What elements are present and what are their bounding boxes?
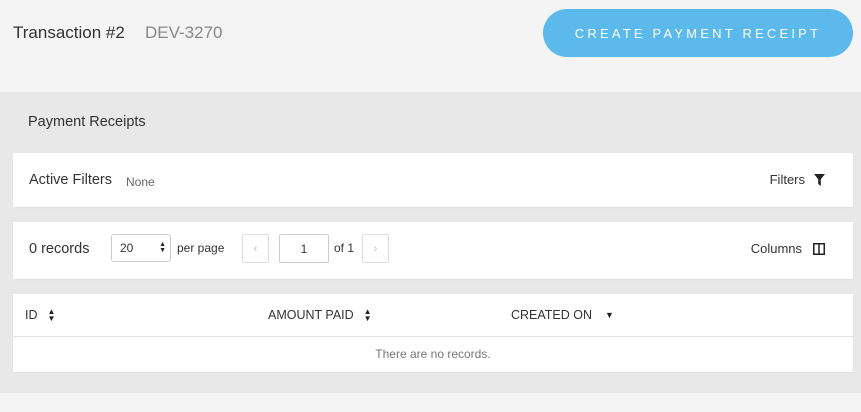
select-arrows-icon: ▲ ▼ bbox=[159, 241, 166, 254]
page-title: Transaction #2 bbox=[13, 23, 125, 42]
page-total: of 1 bbox=[334, 241, 355, 255]
column-label: AMOUNT PAID bbox=[268, 308, 354, 322]
column-header-created-on[interactable]: CREATED ON ▼ bbox=[511, 308, 614, 322]
sort-icon: ▲ ▼ bbox=[47, 307, 56, 323]
record-count: 0 records bbox=[29, 241, 90, 257]
per-page-value: 20 bbox=[120, 241, 134, 255]
section-title: Payment Receipts bbox=[28, 114, 146, 130]
columns-button[interactable]: Columns bbox=[751, 241, 825, 256]
filters-bar: Active Filters None Filters bbox=[13, 153, 853, 207]
payment-receipts-section: Payment Receipts Active Filters None Fil… bbox=[0, 92, 861, 393]
next-page-button[interactable]: › bbox=[362, 234, 389, 263]
pagination-bar: 0 records 20 ▲ ▼ per page ‹ 1 of 1 › Colu… bbox=[13, 222, 853, 279]
active-filters-value: None bbox=[126, 175, 155, 189]
funnel-icon bbox=[814, 173, 825, 186]
column-label: ID bbox=[25, 308, 38, 322]
table-header: ID ▲ ▼ AMOUNT PAID ▲ ▼ CREATED ON ▼ bbox=[13, 294, 853, 337]
filters-button[interactable]: Filters bbox=[770, 172, 825, 187]
previous-page-button[interactable]: ‹ bbox=[242, 234, 269, 263]
sort-icon: ▲ ▼ bbox=[363, 307, 372, 323]
active-filters-label: Active Filters bbox=[29, 172, 112, 188]
create-payment-receipt-button[interactable]: CREATE PAYMENT RECEIPT bbox=[543, 9, 853, 57]
column-header-id[interactable]: ID ▲ ▼ bbox=[25, 307, 56, 323]
column-label: CREATED ON bbox=[511, 308, 593, 322]
per-page-select[interactable]: 20 ▲ ▼ bbox=[111, 234, 171, 262]
page-header: Transaction #2 DEV-3270 CREATE PAYMENT R… bbox=[0, 0, 861, 92]
sort-descending-icon: ▼ bbox=[605, 310, 614, 320]
per-page-label: per page bbox=[177, 241, 225, 255]
page-number-input[interactable]: 1 bbox=[279, 234, 329, 263]
receipts-table: ID ▲ ▼ AMOUNT PAID ▲ ▼ CREATED ON ▼ There … bbox=[13, 294, 853, 372]
filters-label: Filters bbox=[769, 172, 805, 187]
columns-icon bbox=[813, 242, 825, 255]
column-header-amount-paid[interactable]: AMOUNT PAID ▲ ▼ bbox=[268, 307, 372, 323]
columns-label: Columns bbox=[750, 241, 802, 256]
empty-state-message: There are no records. bbox=[375, 347, 491, 361]
transaction-id: DEV-3270 bbox=[145, 23, 223, 42]
